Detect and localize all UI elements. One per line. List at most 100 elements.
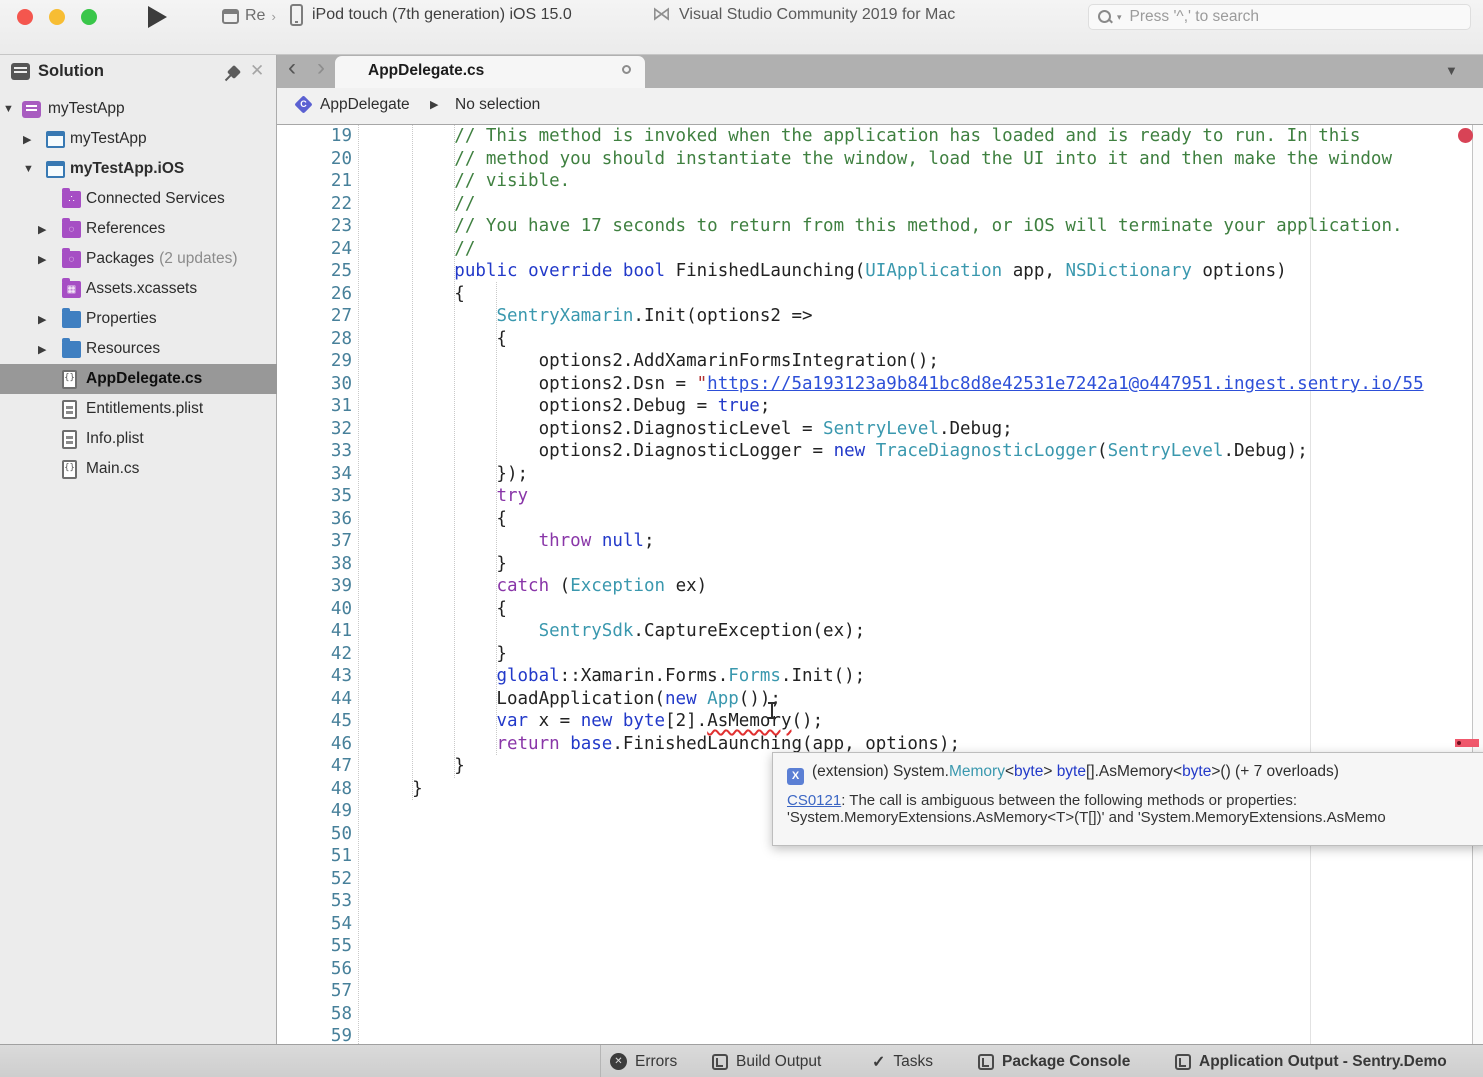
tree-item-entitlements-plist[interactable]: Entitlements.plist (0, 394, 277, 424)
navigate-back-button[interactable]: ‹ (288, 54, 296, 82)
class-icon: C (294, 95, 312, 113)
code-line-53[interactable]: 53 (277, 890, 1483, 913)
expand-icon[interactable]: ▶ (38, 343, 46, 356)
code-line-42[interactable]: 42 } (277, 643, 1483, 666)
code-line-27[interactable]: 27 SentryXamarin.Init(options2 => (277, 305, 1483, 328)
tree-item-label: Info.plist (86, 430, 144, 448)
statusbar-item-application-output-sentry-demo[interactable]: Application Output - Sentry.Demo (1175, 1045, 1447, 1077)
statusbar-item-package-console[interactable]: Package Console (978, 1045, 1130, 1077)
line-number: 42 (277, 643, 352, 666)
collapse-icon[interactable]: ▼ (3, 103, 14, 115)
statusbar-item-tasks[interactable]: ✓Tasks (872, 1045, 933, 1077)
tree-item-resources[interactable]: ▶ Resources (0, 334, 277, 364)
tree-item-info-plist[interactable]: Info.plist (0, 424, 277, 454)
configuration-selector[interactable]: Re › (222, 7, 276, 25)
tab-list-dropdown-icon[interactable]: ▼ (1445, 63, 1458, 78)
code-line-39[interactable]: 39 catch (Exception ex) (277, 575, 1483, 598)
tree-item-mytestapp[interactable]: ▼myTestApp (0, 94, 277, 124)
code-editor[interactable]: 19 // This method is invoked when the ap… (277, 125, 1483, 1044)
code-line-40[interactable]: 40 { (277, 598, 1483, 621)
breadcrumb-class[interactable]: AppDelegate (320, 96, 410, 114)
code-line-21[interactable]: 21 // visible. (277, 170, 1483, 193)
file-cs-icon: {} (62, 370, 77, 389)
minimize-window-button[interactable] (49, 9, 65, 25)
mouse-ibeam-cursor (768, 702, 776, 719)
code-line-45[interactable]: 45 var x = new byte[2].AsMemory(); (277, 710, 1483, 733)
folder-blue-icon (62, 311, 81, 328)
expand-icon[interactable]: ▶ (38, 223, 46, 236)
tree-item-properties[interactable]: ▶Properties (0, 304, 277, 334)
zoom-window-button[interactable] (81, 9, 97, 25)
line-number: 59 (277, 1025, 352, 1044)
code-line-24[interactable]: 24 // (277, 238, 1483, 261)
code-line-19[interactable]: 19 // This method is invoked when the ap… (277, 125, 1483, 148)
statusbar-item-build-output[interactable]: Build Output (712, 1045, 821, 1077)
code-line-44[interactable]: 44 LoadApplication(new App()); (277, 688, 1483, 711)
file-errors-indicator-icon[interactable] (1458, 128, 1473, 143)
window-title: ⋈ Visual Studio Community 2019 for Mac (652, 5, 955, 24)
tree-item-mytestapp-ios[interactable]: ▼myTestApp.iOS (0, 154, 277, 184)
expand-icon[interactable]: ▶ (38, 313, 46, 326)
navigate-forward-button[interactable]: › (317, 54, 325, 82)
code-line-31[interactable]: 31 options2.Debug = true; (277, 395, 1483, 418)
code-line-36[interactable]: 36 { (277, 508, 1483, 531)
run-button[interactable] (148, 6, 167, 28)
code-line-33[interactable]: 33 options2.DiagnosticLogger = new Trace… (277, 440, 1483, 463)
status-bar: Errors Build Output ✓Tasks Package Console A… (0, 1044, 1483, 1077)
code-line-32[interactable]: 32 options2.DiagnosticLevel = SentryLeve… (277, 418, 1483, 441)
scrollbar[interactable] (1472, 125, 1483, 1044)
pin-icon[interactable] (227, 65, 241, 79)
expand-icon[interactable]: ▶ (23, 133, 31, 146)
code-line-26[interactable]: 26 { (277, 283, 1483, 306)
expand-icon[interactable]: ▶ (38, 253, 46, 266)
tree-item-appdelegate-cs[interactable]: {}AppDelegate.cs (0, 364, 277, 394)
device-selector[interactable]: iPod touch (7th generation) iOS 15.0 (290, 4, 572, 26)
code-line-55[interactable]: 55 (277, 935, 1483, 958)
code-line-54[interactable]: 54 (277, 913, 1483, 936)
code-line-23[interactable]: 23 // You have 17 seconds to return from… (277, 215, 1483, 238)
code-line-52[interactable]: 52 (277, 868, 1483, 891)
search-caret-icon: ▾ (1117, 12, 1122, 23)
code-line-25[interactable]: 25 public override bool FinishedLaunchin… (277, 260, 1483, 283)
code-text: { (370, 508, 507, 531)
code-line-29[interactable]: 29 options2.AddXamarinFormsIntegration()… (277, 350, 1483, 373)
code-line-56[interactable]: 56 (277, 958, 1483, 981)
line-number: 56 (277, 958, 352, 981)
tree-item-assets-xcassets[interactable]: ▦Assets.xcassets (0, 274, 277, 304)
code-line-43[interactable]: 43 global::Xamarin.Forms.Forms.Init(); (277, 665, 1483, 688)
tree-item-mytestapp[interactable]: ▶myTestApp (0, 124, 277, 154)
collapse-icon[interactable]: ▼ (23, 163, 34, 175)
tree-item-references[interactable]: ▶◌References (0, 214, 277, 244)
close-window-button[interactable] (17, 9, 33, 25)
tree-item-main-cs[interactable]: {}Main.cs (0, 454, 277, 484)
close-icon[interactable]: ✕ (250, 61, 264, 81)
phone-icon (290, 4, 303, 26)
statusbar-item-errors[interactable]: Errors (610, 1045, 677, 1077)
code-line-30[interactable]: 30 options2.Dsn = "https://5a193123a9b84… (277, 373, 1483, 396)
code-line-51[interactable]: 51 (277, 845, 1483, 868)
code-text: options2.Dsn = "https://5a193123a9b841bc… (370, 373, 1424, 396)
tree-item-label: Resources (86, 340, 160, 358)
tree-item-connected-services[interactable]: ∴Connected Services (0, 184, 277, 214)
error-code-link[interactable]: CS0121 (787, 792, 841, 809)
code-line-59[interactable]: 59 (277, 1025, 1483, 1044)
code-line-58[interactable]: 58 (277, 1003, 1483, 1026)
code-line-28[interactable]: 28 { (277, 328, 1483, 351)
tab-close-circle-icon[interactable] (622, 65, 631, 74)
tree-item-packages[interactable]: ▶◌Packages(2 updates) (0, 244, 277, 274)
statusbar-item-label: Application Output - Sentry.Demo (1199, 1053, 1447, 1071)
tab-appdelegate[interactable]: AppDelegate.cs (335, 56, 645, 88)
code-line-38[interactable]: 38 } (277, 553, 1483, 576)
code-line-35[interactable]: 35 try (277, 485, 1483, 508)
code-line-20[interactable]: 20 // method you should instantiate the … (277, 148, 1483, 171)
code-text: // method you should instantiate the win… (370, 148, 1392, 171)
code-text: } (370, 553, 507, 576)
breadcrumb-selection[interactable]: No selection (455, 96, 540, 114)
code-line-34[interactable]: 34 }); (277, 463, 1483, 486)
code-line-57[interactable]: 57 (277, 980, 1483, 1003)
code-line-22[interactable]: 22 // (277, 193, 1483, 216)
scrollbar-error-marker[interactable] (1455, 739, 1479, 747)
code-line-41[interactable]: 41 SentrySdk.CaptureException(ex); (277, 620, 1483, 643)
code-line-37[interactable]: 37 throw null; (277, 530, 1483, 553)
search-input[interactable]: ▾ Press '^,' to search (1088, 4, 1471, 30)
